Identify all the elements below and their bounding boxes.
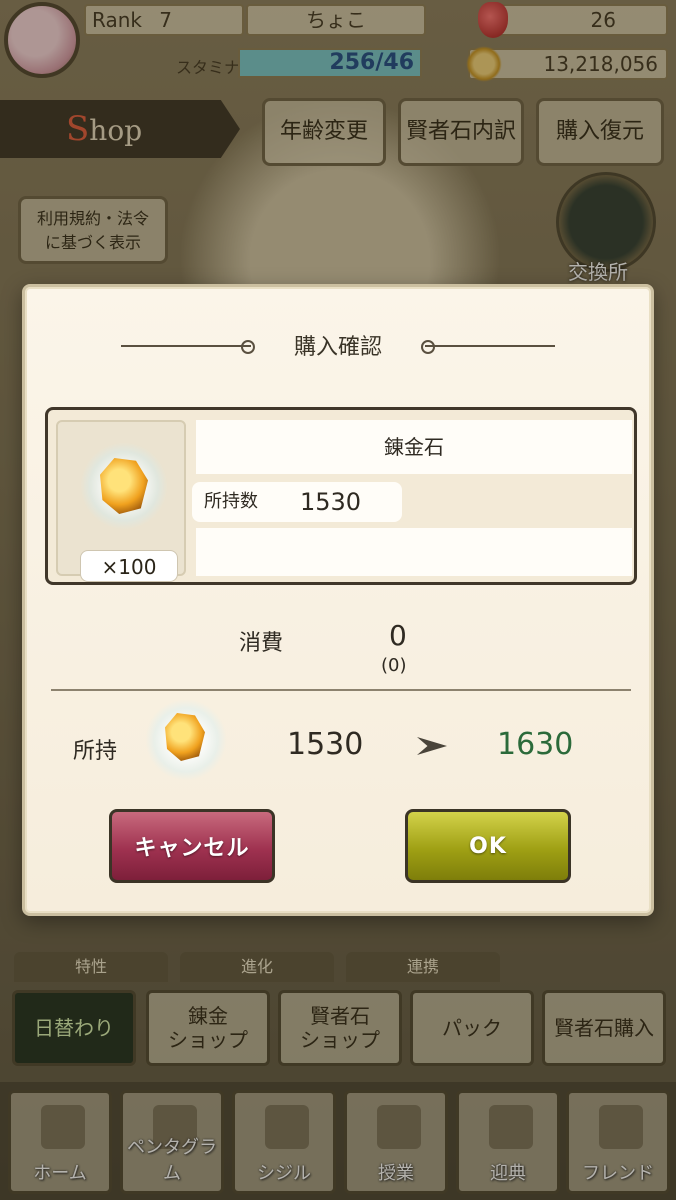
cost-label: 消費 (239, 631, 284, 656)
owned-count-label: 所持数 (204, 491, 258, 512)
owned-count-value: 1530 (300, 488, 362, 516)
ok-button[interactable]: OK (405, 809, 571, 883)
arrow-right-icon (417, 737, 447, 755)
owned-count-row: 所持数 1530 (192, 482, 402, 522)
holding-before: 1530 (287, 727, 364, 762)
item-panel: ×100 錬金石 所持数 1530 (45, 407, 637, 585)
title-flourish-right (421, 340, 555, 354)
item-thumbnail: ×100 (56, 420, 186, 582)
item-quantity-badge: ×100 (80, 550, 178, 582)
cancel-button[interactable]: キャンセル (109, 809, 275, 883)
holding-stone (145, 699, 227, 781)
item-name: 錬金石 (196, 420, 632, 474)
dialog-title: 購入確認 (293, 335, 382, 360)
divider (51, 689, 631, 691)
cost-value: 0 (389, 619, 407, 652)
cost-sub-value: (0) (381, 655, 407, 676)
holding-label: 所持 (73, 739, 118, 764)
purchase-confirm-dialog: 購入確認 ×100 錬金石 所持数 1530 消費 0 (0) 所持 1530 … (22, 284, 654, 916)
holding-after: 1630 (497, 727, 574, 762)
item-description (196, 528, 632, 576)
